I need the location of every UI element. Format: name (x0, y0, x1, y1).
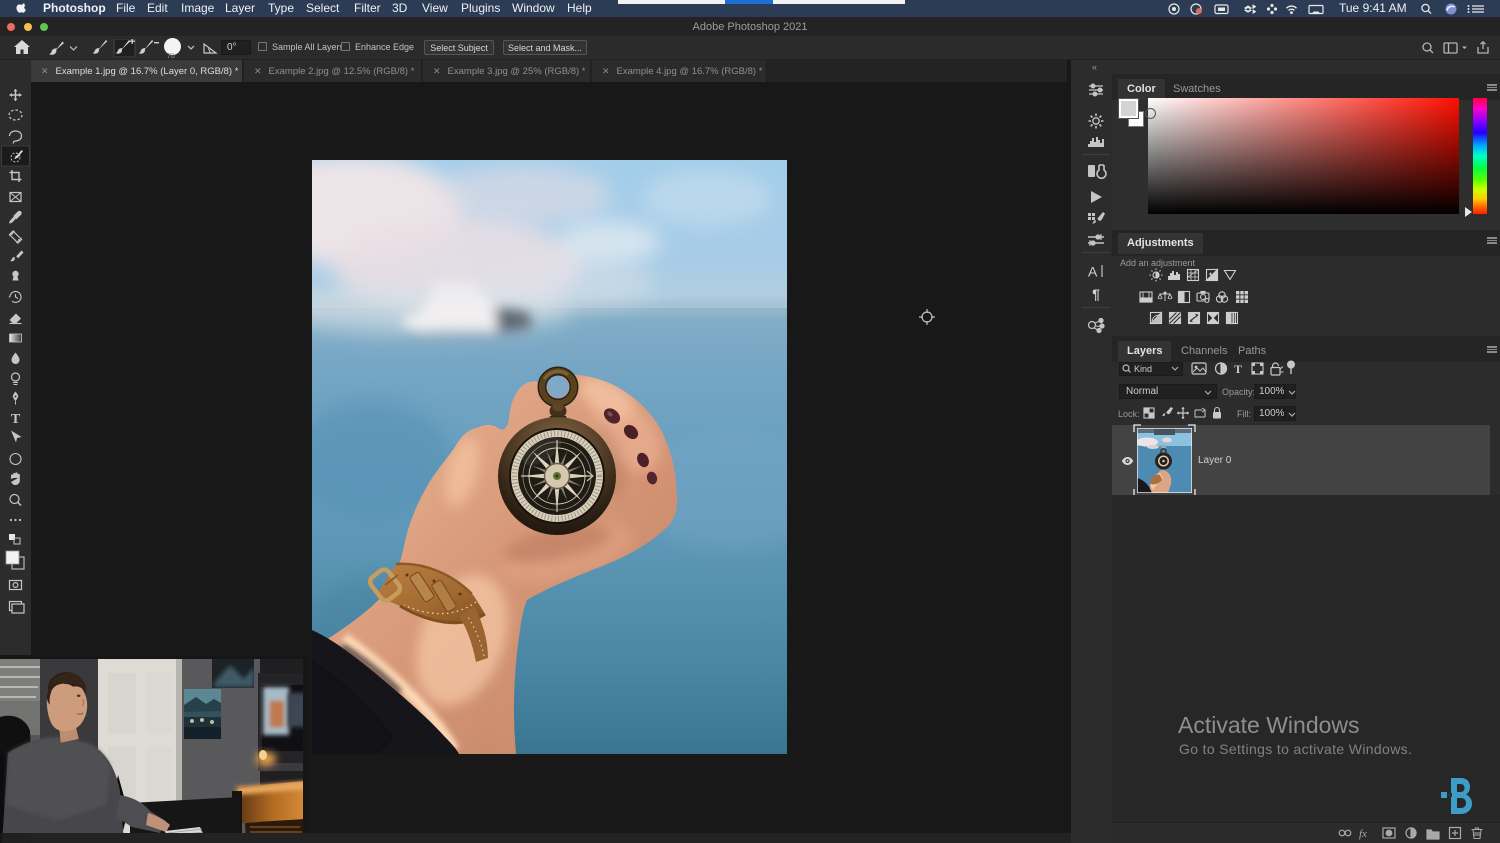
svg-text:fx: fx (1359, 828, 1367, 840)
svg-text:¶: ¶ (1092, 286, 1100, 302)
svg-text:Kind: Kind (1134, 364, 1152, 374)
svg-text:T: T (11, 412, 21, 427)
svg-text:A: A (1088, 264, 1098, 280)
svg-text:T: T (1234, 362, 1242, 376)
